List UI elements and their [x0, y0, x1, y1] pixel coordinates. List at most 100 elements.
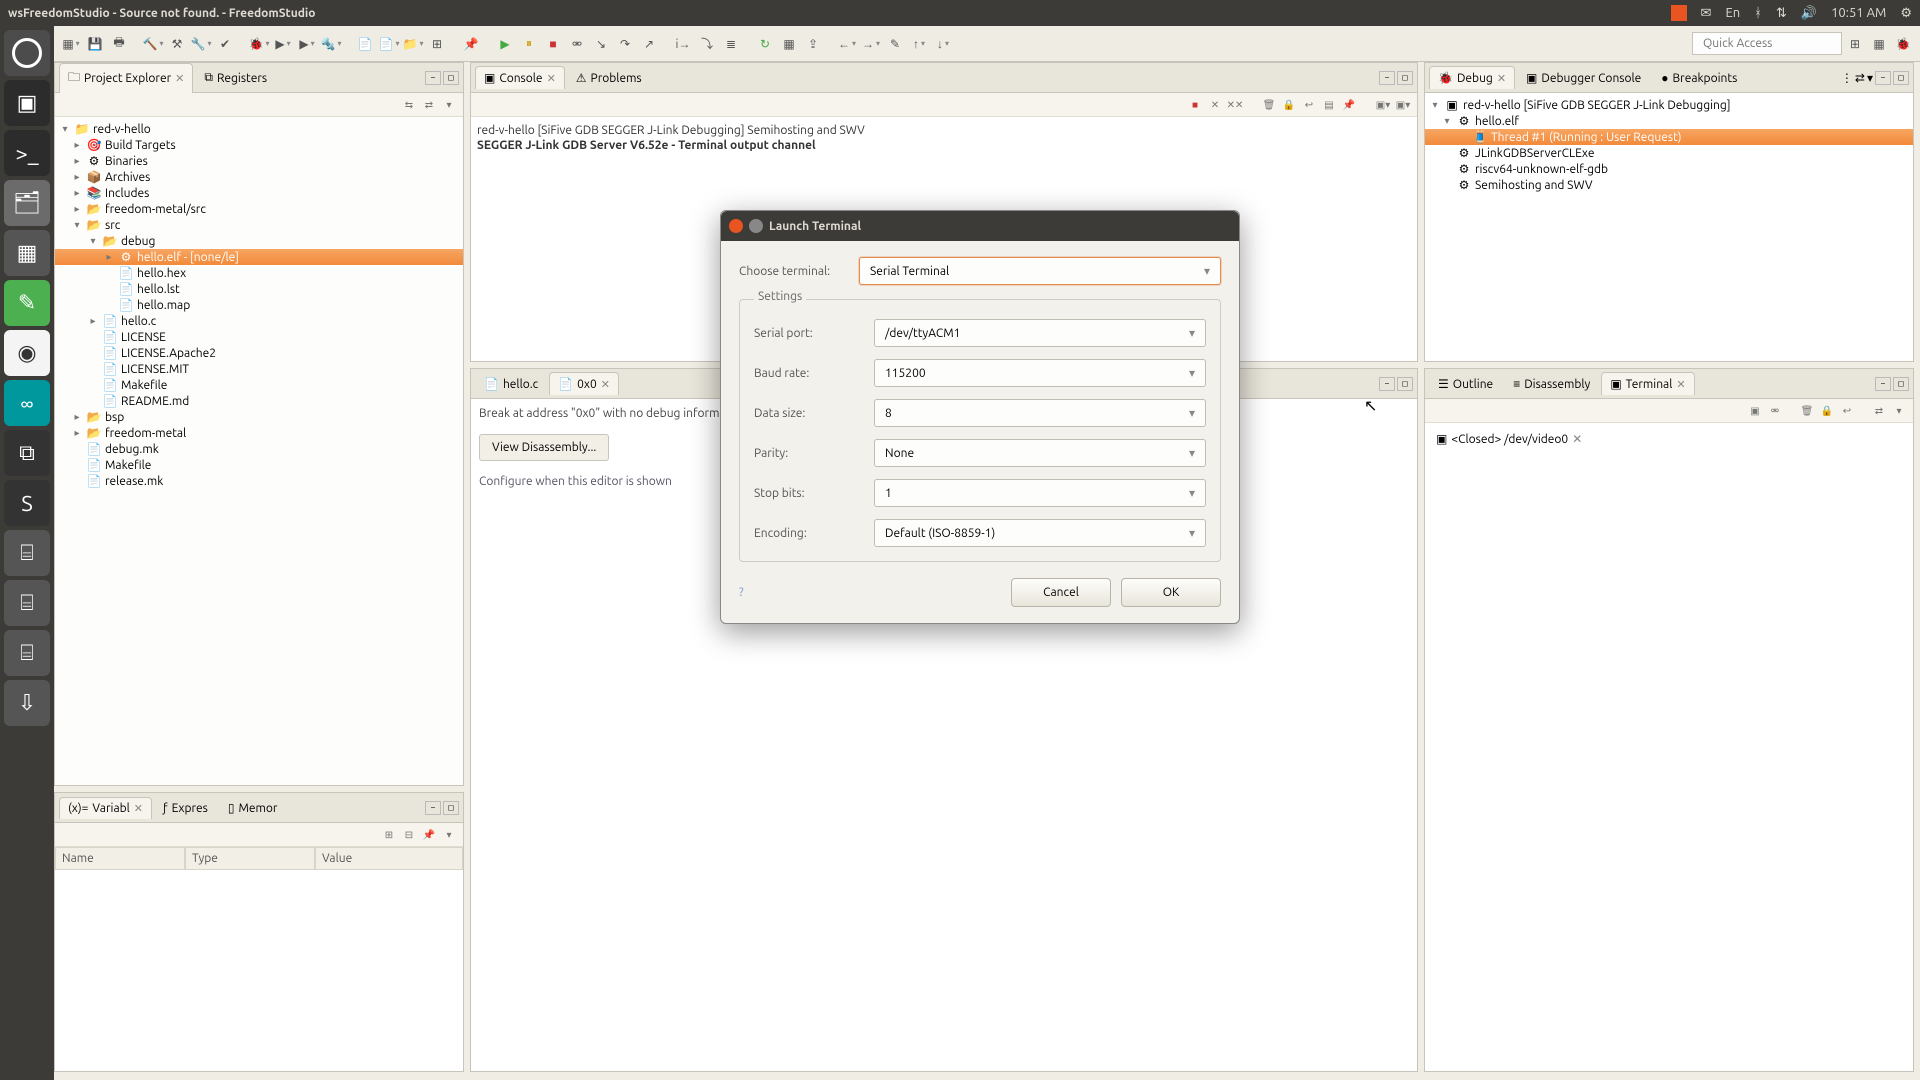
build-button[interactable]: 🔨	[142, 33, 164, 55]
annotation-prev-button[interactable]: ↑	[908, 33, 930, 55]
drop-frame-button[interactable]: ⤵	[696, 33, 718, 55]
tree-license[interactable]: 📄LICENSE	[55, 329, 463, 345]
tab-debug[interactable]: 🐞Debug✕	[1429, 66, 1515, 89]
tree-license-mit[interactable]: 📄LICENSE.MIT	[55, 361, 463, 377]
network-icon[interactable]: ⇅	[1776, 6, 1787, 21]
tree-src[interactable]: ▾📂src	[55, 217, 463, 233]
column-name[interactable]: Name	[55, 847, 185, 870]
configure-message[interactable]: Configure when this editor is shown	[479, 475, 672, 488]
tree-build-targets[interactable]: ▸🎯Build Targets	[55, 137, 463, 153]
clear-console-button[interactable]: 🗑	[1261, 97, 1277, 113]
open-console-button[interactable]: ▣▾	[1395, 97, 1411, 113]
view-menu-button[interactable]: ▾	[441, 97, 457, 113]
tree-makefile[interactable]: 📄Makefile	[55, 377, 463, 393]
terminal-app-icon[interactable]: ▣	[4, 80, 50, 126]
tab-debugger-console[interactable]: ▣Debugger Console	[1517, 66, 1650, 89]
tree-hello-hex[interactable]: 📄hello.hex	[55, 265, 463, 281]
tree-binaries[interactable]: ▸⚙Binaries	[55, 153, 463, 169]
recording-indicator-icon[interactable]	[1671, 5, 1687, 21]
debug-gdb[interactable]: ⚙riscv64-unknown-elf-gdb	[1425, 161, 1913, 177]
suspend-button[interactable]: ⏸	[518, 33, 540, 55]
close-icon[interactable]: ✕	[1497, 72, 1506, 85]
tab-problems[interactable]: ⚠Problems	[567, 66, 651, 89]
tab-expressions[interactable]: ƒExpres	[154, 797, 217, 819]
tree-debug-mk[interactable]: 📄debug.mk	[55, 441, 463, 457]
debug-semihosting[interactable]: ⚙Semihosting and SWV	[1425, 177, 1913, 193]
collapse-all-button[interactable]: ⇆	[401, 97, 417, 113]
ubuntu-dash-icon[interactable]	[4, 30, 50, 76]
upload-button[interactable]: ⇪	[802, 33, 824, 55]
variables-table[interactable]: Name Type Value	[55, 847, 463, 870]
quick-access-input[interactable]	[1692, 32, 1842, 55]
scroll-lock-button[interactable]: 🔒	[1281, 97, 1297, 113]
tab-memory[interactable]: ▯Memor	[219, 796, 287, 819]
tree-project-root[interactable]: ▾📁red-v-hello	[55, 121, 463, 137]
disconnect-terminal-button[interactable]: ⚮	[1767, 403, 1783, 419]
check-button[interactable]: ✔	[214, 33, 236, 55]
scroll-lock-terminal-button[interactable]: 🔒	[1819, 403, 1835, 419]
open-type-button[interactable]: 📄	[354, 33, 376, 55]
terminal-menu-button[interactable]: ▾	[1891, 403, 1907, 419]
mail-icon[interactable]: ✉	[1701, 6, 1712, 21]
tree-hello-map[interactable]: 📄hello.map	[55, 297, 463, 313]
minimize-view-button[interactable]: –	[1875, 71, 1891, 85]
profile-button[interactable]: ▶	[296, 33, 318, 55]
serial-port-combo[interactable]: /dev/ttyACM1▾	[874, 319, 1206, 347]
debug-link-button[interactable]: ⇄	[1855, 71, 1865, 85]
tree-makefile-2[interactable]: 📄Makefile	[55, 457, 463, 473]
language-indicator[interactable]: En	[1725, 6, 1740, 20]
toggle-terminal-button[interactable]: ⇄	[1871, 403, 1887, 419]
choose-terminal-combo[interactable]: Serial Terminal ▾	[859, 257, 1221, 285]
show-output-button[interactable]: ▤	[1321, 97, 1337, 113]
tree-release-mk[interactable]: 📄release.mk	[55, 473, 463, 489]
save-button[interactable]: 💾	[84, 33, 106, 55]
build-all-button[interactable]: ⚒	[166, 33, 188, 55]
encoding-combo[interactable]: Default (ISO-8859-1)▾	[874, 519, 1206, 547]
debug-thread-1[interactable]: 🧵Thread #1 (Running : User Request)	[1425, 129, 1913, 145]
chrome-icon[interactable]: ◉	[4, 330, 50, 376]
debug-launch-config[interactable]: ▾▣red-v-hello [SiFive GDB SEGGER J-Link …	[1425, 97, 1913, 113]
pin-console-button[interactable]: 📌	[1341, 97, 1357, 113]
save-all-button[interactable]: 🖶	[108, 33, 130, 55]
clear-terminal-button[interactable]: 🗑	[1799, 403, 1815, 419]
tab-terminal[interactable]: ▣Terminal✕	[1601, 372, 1694, 395]
drive-icon-2[interactable]: ⌸	[4, 580, 50, 626]
tree-hello-elf[interactable]: ▸⚙hello.elf - [none/le]	[55, 249, 463, 265]
arduino-icon[interactable]: ∞	[4, 380, 50, 426]
maximize-view-button[interactable]: ◻	[1893, 71, 1909, 85]
close-icon[interactable]: ✕	[1572, 432, 1582, 446]
new-terminal-button[interactable]: ▣	[1747, 403, 1763, 419]
stop-bits-combo[interactable]: 1▾	[874, 479, 1206, 507]
tree-archives[interactable]: ▸📦Archives	[55, 169, 463, 185]
freedomstudio-icon[interactable]: S	[4, 480, 50, 526]
tree-bsp[interactable]: ▸📂bsp	[55, 409, 463, 425]
minimize-view-button[interactable]: –	[425, 801, 441, 815]
project-tree[interactable]: ▾📁red-v-hello ▸🎯Build Targets ▸⚙Binaries…	[55, 117, 463, 785]
debug-perspective-button[interactable]: 🐞	[1892, 33, 1914, 55]
last-edit-button[interactable]: ✎	[884, 33, 906, 55]
cancel-button[interactable]: Cancel	[1011, 578, 1111, 607]
wrap-terminal-button[interactable]: ↩	[1839, 403, 1855, 419]
maximize-view-button[interactable]: ◻	[1397, 71, 1413, 85]
debug-view-menu[interactable]: ⋮	[1841, 71, 1853, 85]
collapse-button[interactable]: ⊟	[401, 827, 417, 843]
tree-includes[interactable]: ▸📚Includes	[55, 185, 463, 201]
menu-button[interactable]: ▾	[441, 827, 457, 843]
external-tools-button[interactable]: 🔩	[320, 33, 342, 55]
maximize-view-button[interactable]: ◻	[443, 71, 459, 85]
maximize-view-button[interactable]: ◻	[1397, 377, 1413, 391]
maximize-view-button[interactable]: ◻	[443, 801, 459, 815]
close-icon[interactable]: ✕	[601, 378, 610, 391]
disconnect-button[interactable]: ⚮	[566, 33, 588, 55]
word-wrap-button[interactable]: ↩	[1301, 97, 1317, 113]
new-button[interactable]: ▦	[60, 33, 82, 55]
terminate-button[interactable]: ■	[542, 33, 564, 55]
volume-icon[interactable]: 🔊	[1801, 6, 1817, 21]
tab-registers[interactable]: ⧉ Registers	[195, 66, 276, 89]
link-editor-button[interactable]: ⇄	[421, 97, 437, 113]
step-into-button[interactable]: ↘	[590, 33, 612, 55]
open-perspective-button[interactable]: ⊞	[1844, 33, 1866, 55]
instruction-step-button[interactable]: i→	[672, 33, 694, 55]
tree-freedom-metal-src[interactable]: ▸📂freedom-metal/src	[55, 201, 463, 217]
forward-button[interactable]: →	[860, 33, 882, 55]
